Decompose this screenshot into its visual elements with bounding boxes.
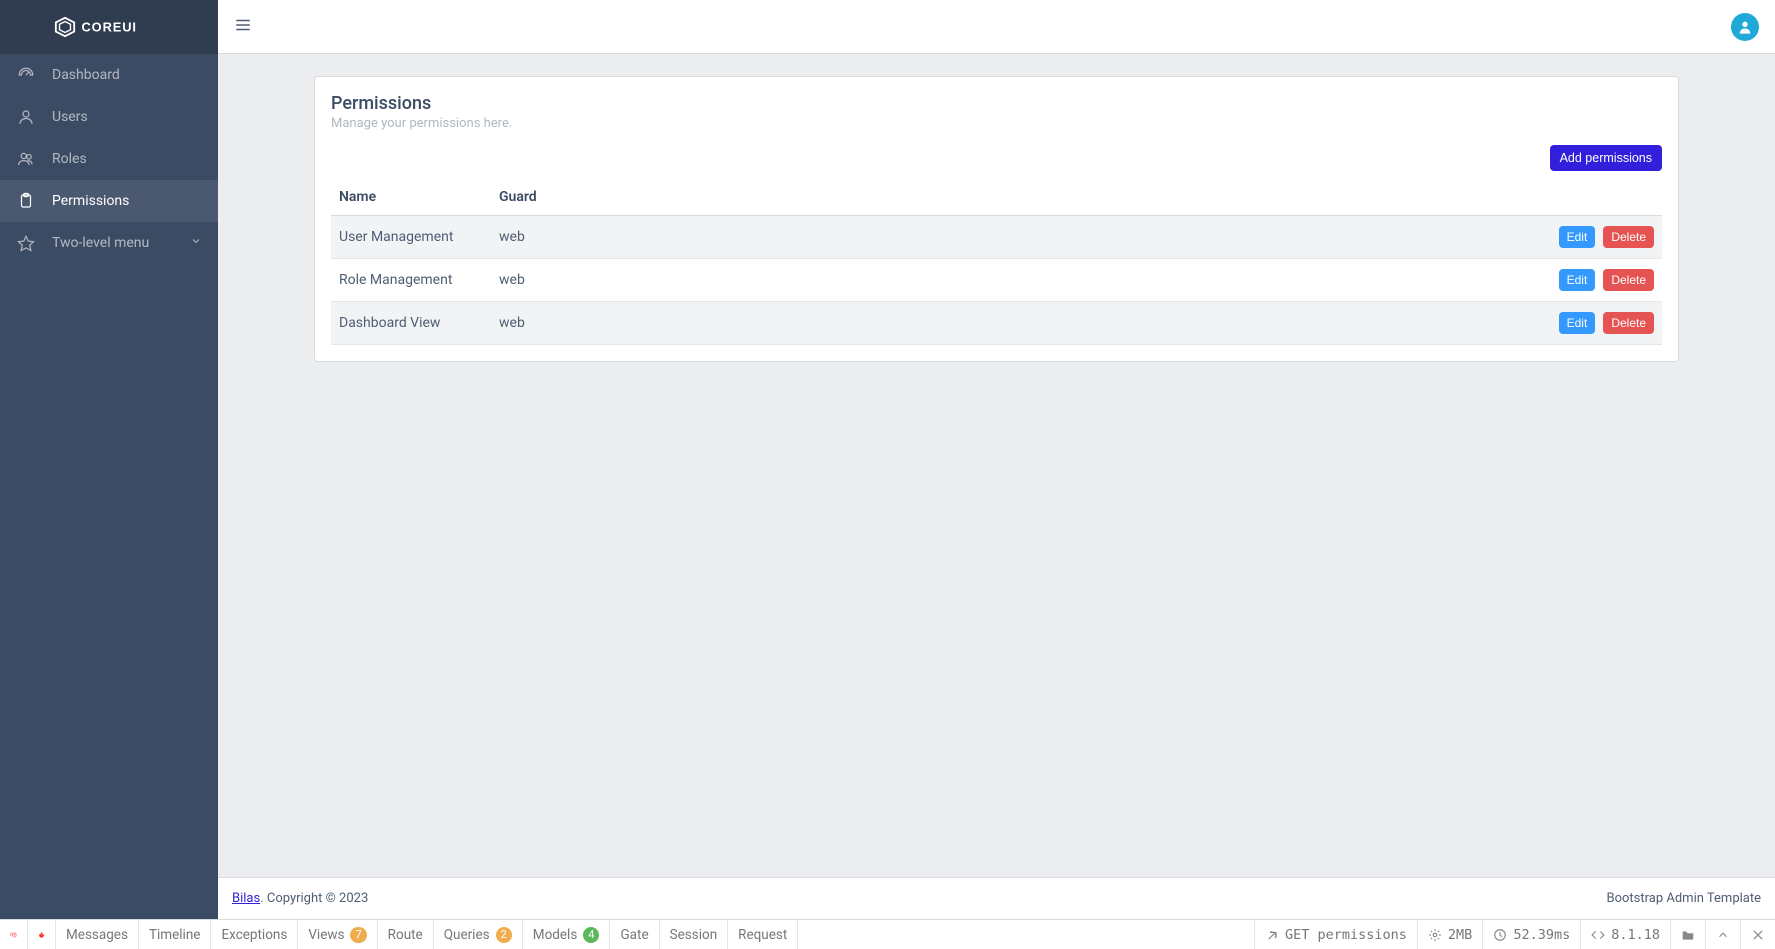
debug-tab-route[interactable]: Route xyxy=(378,920,434,949)
delete-button[interactable]: Delete xyxy=(1603,269,1654,291)
row-guard: web xyxy=(491,216,1492,259)
debug-php-text: 8.1.18 xyxy=(1611,927,1660,943)
debug-tab-label: Models xyxy=(533,927,578,943)
footer: Bilas. Copyright © 2023 Bootstrap Admin … xyxy=(218,877,1775,919)
debug-route[interactable]: GET permissions xyxy=(1254,920,1417,949)
debug-memory-text: 2MB xyxy=(1448,927,1472,943)
delete-button[interactable]: Delete xyxy=(1603,226,1654,248)
svg-text:COREUI: COREUI xyxy=(82,20,137,35)
debug-tab-label: Exceptions xyxy=(221,927,287,943)
debug-time[interactable]: 52.39ms xyxy=(1482,920,1580,949)
sidebar-item-permissions[interactable]: Permissions xyxy=(0,180,218,222)
debug-tab-messages[interactable]: Messages xyxy=(56,920,139,949)
row-guard: web xyxy=(491,302,1492,345)
row-name: Dashboard View xyxy=(331,302,491,345)
brand-logo[interactable]: COREUI xyxy=(0,0,218,54)
sidebar-item-label: Users xyxy=(52,109,88,125)
debugbar: Messages Timeline Exceptions Views 7 Route Que… xyxy=(0,919,1775,949)
debug-tab-label: Timeline xyxy=(149,927,201,943)
sidebar-item-label: Two-level menu xyxy=(52,235,149,251)
permissions-table: Name Guard User ManagementwebEditDeleteR… xyxy=(331,179,1662,345)
debug-tab-gate[interactable]: Gate xyxy=(610,920,659,949)
debug-tab-label: Queries xyxy=(444,927,490,943)
row-name: Role Management xyxy=(331,259,491,302)
row-guard: web xyxy=(491,259,1492,302)
edit-button[interactable]: Edit xyxy=(1559,226,1596,248)
table-row: Dashboard Viewweb Edit Delete xyxy=(331,302,1662,345)
debug-tab-timeline[interactable]: Timeline xyxy=(139,920,212,949)
table-row: Role Managementweb Edit Delete xyxy=(331,259,1662,302)
chevron-down-icon xyxy=(190,235,202,251)
debug-tab-label: Route xyxy=(388,927,423,943)
sidebar-item-dashboard[interactable]: Dashboard xyxy=(0,54,218,96)
debug-time-text: 52.39ms xyxy=(1513,927,1570,943)
table-row: User Managementweb Edit Delete xyxy=(331,216,1662,259)
debug-badge: 4 xyxy=(583,927,599,943)
debug-tab-views[interactable]: Views 7 xyxy=(298,920,377,949)
column-header-guard: Guard xyxy=(491,179,1492,216)
debug-collapse-icon[interactable] xyxy=(1705,920,1740,949)
user-avatar[interactable] xyxy=(1731,13,1759,41)
row-name: User Management xyxy=(331,216,491,259)
debug-tab-label: Session xyxy=(670,927,718,943)
debugbar-icon[interactable] xyxy=(28,920,56,949)
sidebar-item-label: Dashboard xyxy=(52,67,120,83)
debug-tab-exceptions[interactable]: Exceptions xyxy=(211,920,298,949)
edit-button[interactable]: Edit xyxy=(1559,312,1596,334)
sidebar-item-roles[interactable]: Roles xyxy=(0,138,218,180)
sidebar-item-two-level-menu[interactable]: Two-level menu xyxy=(0,222,218,264)
add-permissions-button[interactable]: Add permissions xyxy=(1550,145,1662,171)
debug-tab-label: Gate xyxy=(620,927,648,943)
debug-memory[interactable]: 2MB xyxy=(1417,920,1482,949)
debug-close-icon[interactable] xyxy=(1740,920,1775,949)
top-header xyxy=(218,0,1775,54)
sidebar: COREUI Dashboard Users Roles Permissions Two… xyxy=(0,0,218,919)
debug-badge: 7 xyxy=(350,927,366,943)
debug-tab-session[interactable]: Session xyxy=(660,920,729,949)
sidebar-toggle-button[interactable] xyxy=(234,16,252,37)
speedometer-icon xyxy=(16,65,36,85)
user-icon xyxy=(16,107,36,127)
content-area: Permissions Manage your permissions here… xyxy=(218,54,1775,877)
footer-link[interactable]: Bilas xyxy=(232,891,260,906)
footer-right: Bootstrap Admin Template xyxy=(1606,891,1761,906)
sidebar-item-users[interactable]: Users xyxy=(0,96,218,138)
column-header-name: Name xyxy=(331,179,491,216)
sidebar-item-label: Roles xyxy=(52,151,87,167)
edit-button[interactable]: Edit xyxy=(1559,269,1596,291)
permissions-card: Permissions Manage your permissions here… xyxy=(314,76,1679,362)
debug-folder-icon[interactable] xyxy=(1670,920,1705,949)
debug-tab-label: Request xyxy=(738,927,787,943)
debug-route-text: GET permissions xyxy=(1285,927,1407,943)
debug-badge: 2 xyxy=(496,927,512,943)
star-icon xyxy=(16,233,36,253)
page-subtitle: Manage your permissions here. xyxy=(331,116,1662,131)
users-icon xyxy=(16,149,36,169)
laravel-icon[interactable] xyxy=(0,920,28,949)
debug-php-version[interactable]: 8.1.18 xyxy=(1580,920,1670,949)
sidebar-item-label: Permissions xyxy=(52,193,129,209)
debug-tab-models[interactable]: Models 4 xyxy=(523,920,611,949)
clipboard-icon xyxy=(16,191,36,211)
debug-tab-label: Views xyxy=(308,927,344,943)
page-title: Permissions xyxy=(331,93,1662,114)
debug-tab-label: Messages xyxy=(66,927,128,943)
delete-button[interactable]: Delete xyxy=(1603,312,1654,334)
footer-text: . Copyright © 2023 xyxy=(260,891,368,906)
debug-tab-request[interactable]: Request xyxy=(728,920,798,949)
debug-tab-queries[interactable]: Queries 2 xyxy=(434,920,523,949)
